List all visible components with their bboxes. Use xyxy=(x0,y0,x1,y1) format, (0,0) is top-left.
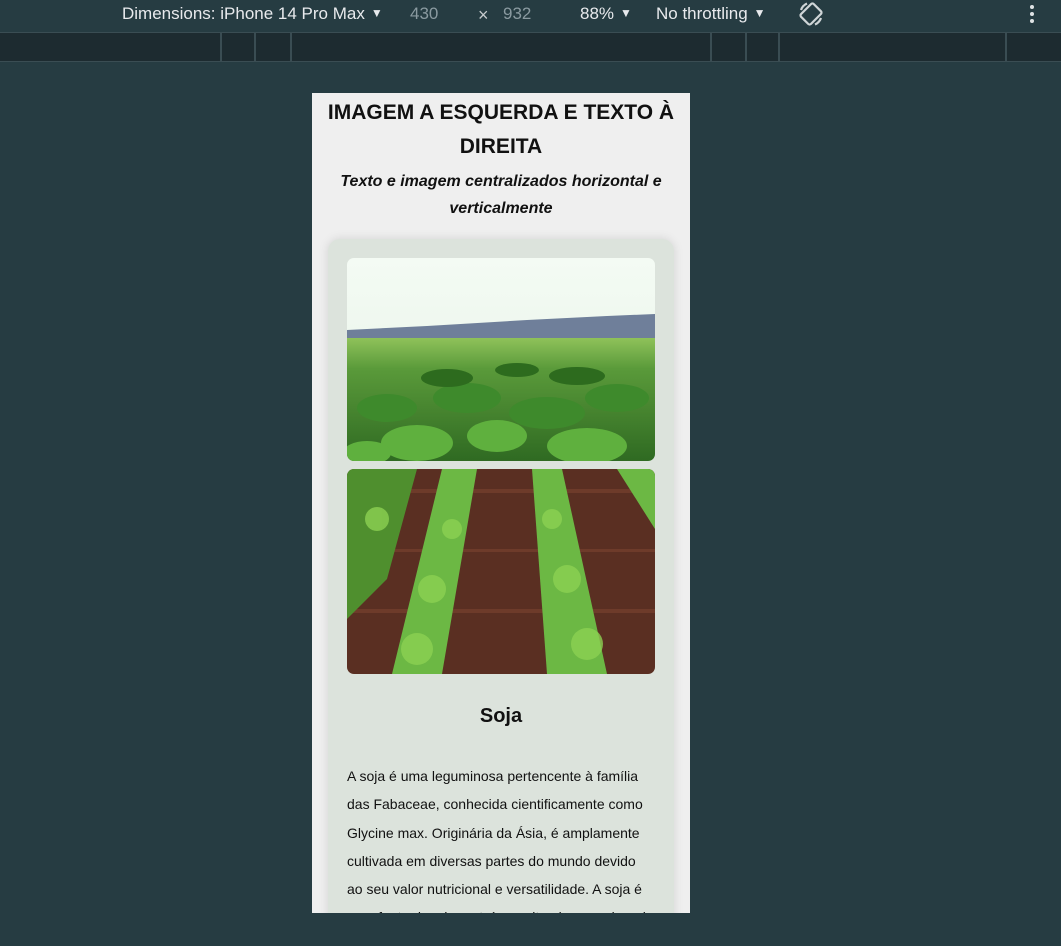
page-subtitle: Texto e imagem centralizados horizontal … xyxy=(340,173,662,217)
devtools-device-toolbar: Dimensions: iPhone 14 Pro Max ▼ 430 × 932… xyxy=(0,0,1061,32)
more-vertical-icon xyxy=(1024,5,1040,23)
media-query-divider[interactable] xyxy=(1005,33,1007,61)
chevron-down-icon: ▼ xyxy=(753,6,766,20)
throttling-label: No throttling xyxy=(656,4,748,23)
zoom-select[interactable]: 88% ▼ xyxy=(580,4,632,24)
soybean-rows-photo xyxy=(347,469,655,674)
rotate-icon xyxy=(799,2,823,26)
throttling-select[interactable]: No throttling ▼ xyxy=(656,4,766,24)
times-icon: × xyxy=(478,5,489,25)
media-query-divider[interactable] xyxy=(778,33,780,61)
zoom-label: 88% xyxy=(580,4,615,23)
media-query-divider[interactable] xyxy=(254,33,256,61)
media-query-divider[interactable] xyxy=(290,33,292,61)
width-input[interactable]: 430 xyxy=(410,4,460,24)
height-input[interactable]: 932 xyxy=(503,4,553,24)
content-card: Soja A soja é uma leguminosa pertencente… xyxy=(328,239,674,913)
soybean-field-photo xyxy=(347,258,655,461)
card-title: Soja xyxy=(479,705,523,727)
media-query-divider[interactable] xyxy=(710,33,712,61)
card-description: A soja é uma leguminosa pertencente à fa… xyxy=(347,768,653,913)
media-query-divider[interactable] xyxy=(745,33,747,61)
media-query-divider[interactable] xyxy=(220,33,222,61)
chevron-down-icon: ▼ xyxy=(370,6,383,20)
device-viewport: IMAGEM A ESQUERDA E TEXTO À DIREITA Text… xyxy=(312,93,690,913)
rotate-button[interactable] xyxy=(797,0,825,33)
media-query-bar xyxy=(0,32,1061,62)
device-select-label: Dimensions: iPhone 14 Pro Max xyxy=(122,4,365,23)
more-options-button[interactable] xyxy=(1024,2,1040,26)
chevron-down-icon: ▼ xyxy=(620,6,632,20)
device-select[interactable]: Dimensions: iPhone 14 Pro Max ▼ xyxy=(122,4,383,24)
page-title: IMAGEM A ESQUERDA E TEXTO À DIREITA xyxy=(327,101,675,158)
